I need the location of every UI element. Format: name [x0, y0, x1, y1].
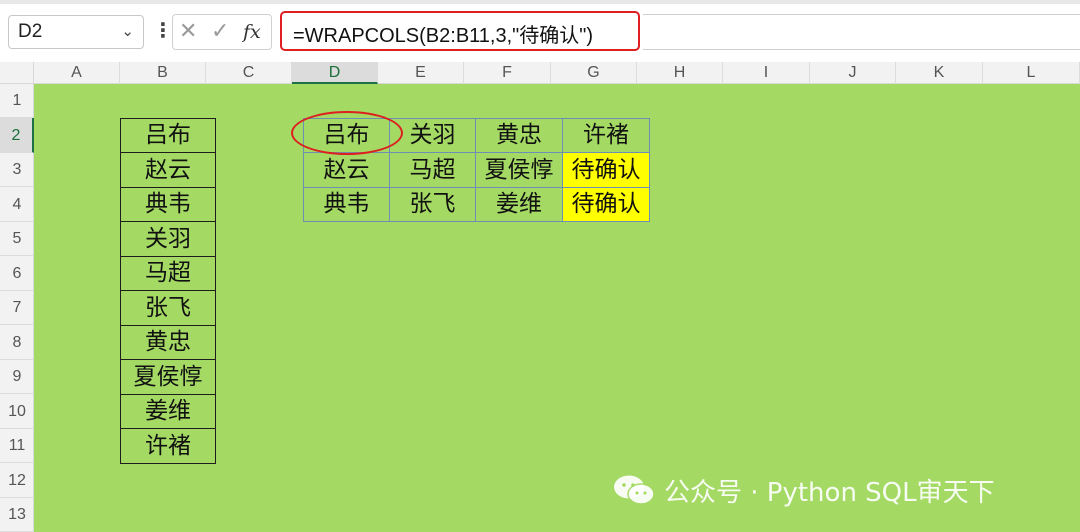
cell-g2[interactable]: 许褚: [562, 118, 650, 153]
watermark-text: 公众号 · Python SQL审天下: [664, 478, 995, 508]
ribbon-edge: [0, 0, 1080, 4]
cell-d3[interactable]: 赵云: [303, 152, 390, 188]
cell-b6[interactable]: 马超: [120, 256, 216, 291]
row-header-13[interactable]: 13: [0, 498, 34, 532]
name-box[interactable]: D2 ⌄: [8, 15, 144, 49]
row-header-bar: 1 2 3 4 5 6 7 8 9 10 11 12 13: [0, 84, 34, 532]
cell-g3[interactable]: 待确认: [562, 152, 650, 188]
cell-e4[interactable]: 张飞: [389, 187, 476, 222]
cell-d4[interactable]: 典韦: [303, 187, 390, 222]
row-header-3[interactable]: 3: [0, 153, 34, 187]
name-box-value: D2: [18, 21, 43, 42]
column-header-f[interactable]: F: [464, 62, 551, 84]
cell-b7[interactable]: 张飞: [120, 290, 216, 326]
d2-annotation-ellipse: [291, 111, 403, 155]
close-icon[interactable]: ✕: [179, 19, 197, 44]
row-header-7[interactable]: 7: [0, 291, 34, 325]
column-header-h[interactable]: H: [637, 62, 723, 84]
column-header-e[interactable]: E: [378, 62, 464, 84]
cell-b5[interactable]: 关羽: [120, 221, 216, 257]
formula-text: =WRAPCOLS(B2:B11,3,"待确认"): [293, 25, 594, 47]
column-header-k[interactable]: K: [896, 62, 983, 84]
column-header-a[interactable]: A: [34, 62, 120, 84]
cell-b9[interactable]: 夏侯惇: [120, 359, 216, 395]
column-header-c[interactable]: C: [206, 62, 292, 84]
formula-actions: ✕ ✓ fx: [172, 14, 272, 50]
row-header-9[interactable]: 9: [0, 360, 34, 394]
chevron-down-icon[interactable]: ⌄: [121, 22, 134, 40]
cell-b10[interactable]: 姜维: [120, 394, 216, 429]
cell-b4[interactable]: 典韦: [120, 187, 216, 222]
cell-e3[interactable]: 马超: [389, 152, 476, 188]
cell-b8[interactable]: 黄忠: [120, 325, 216, 360]
check-icon[interactable]: ✓: [211, 19, 229, 44]
cell-b11[interactable]: 许褚: [120, 428, 216, 464]
select-all-corner[interactable]: [0, 62, 34, 84]
formula-bar: D2 ⌄ ⋮ ✕ ✓ fx =WRAPCOLS(B2:B11,3,"待确认"): [0, 0, 1080, 62]
cell-f3[interactable]: 夏侯惇: [475, 152, 563, 188]
row-header-10[interactable]: 10: [0, 394, 34, 429]
cell-g4[interactable]: 待确认: [562, 187, 650, 222]
row-header-5[interactable]: 5: [0, 222, 34, 256]
row-header-1[interactable]: 1: [0, 84, 34, 118]
cell-f2[interactable]: 黄忠: [475, 118, 563, 153]
more-vertical-icon[interactable]: ⋮: [153, 18, 173, 42]
column-header-g[interactable]: G: [551, 62, 637, 84]
row-header-4[interactable]: 4: [0, 187, 34, 222]
cell-b2[interactable]: 吕布: [120, 118, 216, 153]
row-header-11[interactable]: 11: [0, 429, 34, 463]
column-header-i[interactable]: I: [723, 62, 810, 84]
cell-f4[interactable]: 姜维: [475, 187, 563, 222]
row-header-2[interactable]: 2: [0, 118, 34, 153]
cell-b3[interactable]: 赵云: [120, 152, 216, 188]
column-header-l[interactable]: L: [983, 62, 1080, 84]
wechat-icon: [614, 475, 655, 505]
row-header-6[interactable]: 6: [0, 256, 34, 291]
column-header-d[interactable]: D: [292, 62, 378, 84]
formula-input-extension[interactable]: [643, 14, 1080, 50]
column-header-j[interactable]: J: [810, 62, 896, 84]
row-header-8[interactable]: 8: [0, 325, 34, 360]
column-header-bar: A B C D E F G H I J K L: [34, 62, 1080, 84]
column-header-b[interactable]: B: [120, 62, 206, 84]
row-header-12[interactable]: 12: [0, 463, 34, 498]
formula-input[interactable]: =WRAPCOLS(B2:B11,3,"待确认"): [280, 11, 640, 51]
fx-icon[interactable]: fx: [243, 21, 261, 43]
